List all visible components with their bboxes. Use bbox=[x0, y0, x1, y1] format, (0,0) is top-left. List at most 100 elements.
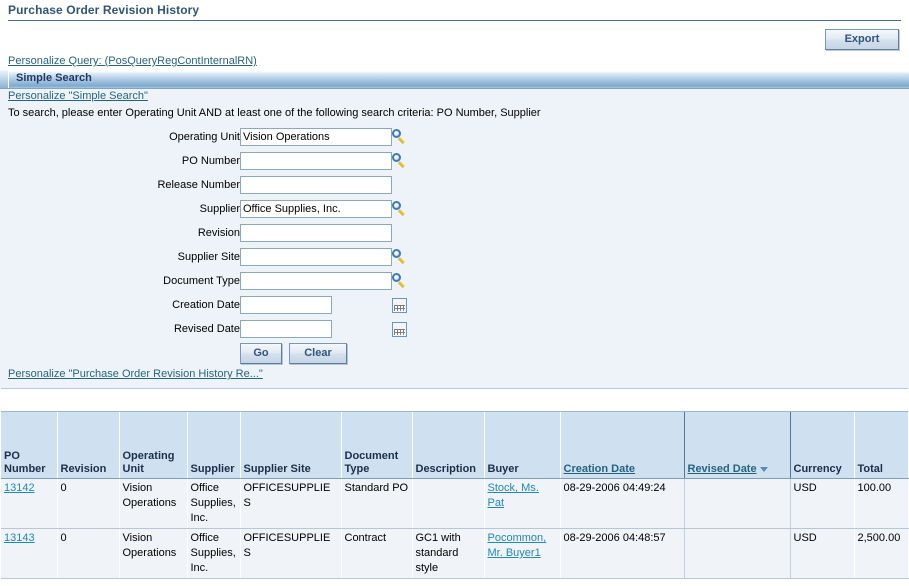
personalize-results-row: Personalize "Purchase Order Revision His… bbox=[0, 365, 909, 382]
cell-total: 2,500.00 bbox=[854, 528, 909, 579]
search-icon[interactable] bbox=[392, 153, 408, 169]
cell-description bbox=[412, 478, 485, 529]
search-field-cell bbox=[240, 125, 392, 149]
search-field-label: Release Number bbox=[157, 179, 240, 191]
cell-buyer[interactable]: Stock, Ms. Pat bbox=[484, 478, 561, 529]
buyer-link[interactable]: Stock, Ms. Pat bbox=[488, 482, 539, 509]
release-number-input[interactable] bbox=[240, 176, 392, 194]
spacer bbox=[0, 341, 240, 365]
simple-search-title: Simple Search bbox=[16, 72, 92, 84]
cell-supplier: Office Supplies, Inc. bbox=[187, 478, 241, 529]
search-field-icon-cell bbox=[392, 221, 426, 245]
cell-supplier-site: OFFICESUPPLIES bbox=[240, 528, 342, 579]
personalize-query-row: Personalize Query: (PosQueryRegContInter… bbox=[0, 55, 909, 71]
search-field-label: Supplier bbox=[199, 203, 240, 215]
sort-link[interactable]: Revised Date bbox=[688, 463, 757, 475]
column-header-total: Total bbox=[854, 412, 909, 479]
column-header-creation-date[interactable]: Creation Date bbox=[559, 412, 685, 479]
calendar-icon[interactable] bbox=[392, 321, 407, 337]
po-number-link[interactable]: 13142 bbox=[4, 482, 35, 494]
search-field-label: Creation Date bbox=[172, 299, 240, 311]
cell-supplier: Office Supplies, Inc. bbox=[187, 528, 241, 579]
sort-link[interactable]: Creation Date bbox=[564, 463, 636, 475]
column-header-buyer: Buyer bbox=[484, 412, 561, 479]
simple-search-region-header: Simple Search bbox=[0, 71, 909, 89]
results-toolbar-gap bbox=[1, 388, 908, 412]
supplier-input[interactable] bbox=[240, 200, 392, 218]
search-field-cell bbox=[240, 197, 392, 221]
search-field-cell bbox=[240, 173, 392, 197]
revision-input[interactable] bbox=[240, 224, 392, 242]
personalize-query-link[interactable]: Personalize Query: (PosQueryRegContInter… bbox=[8, 55, 257, 67]
cell-revised-date bbox=[684, 528, 791, 579]
personalize-results-link[interactable]: Personalize "Purchase Order Revision His… bbox=[8, 368, 263, 380]
cell-revision: 0 bbox=[57, 528, 120, 579]
table-row: 13143 0 Vision Operations Office Supplies, … bbox=[1, 528, 909, 579]
calendar-icon[interactable] bbox=[392, 297, 407, 313]
search-field-label: Operating Unit bbox=[169, 131, 240, 143]
revised-date-input[interactable] bbox=[240, 320, 332, 338]
search-actions-cell: Go Clear bbox=[240, 341, 426, 365]
cell-supplier-site: OFFICESUPPLIES bbox=[240, 478, 342, 529]
search-field-cell bbox=[240, 293, 392, 317]
column-header-revised-date[interactable]: Revised Date bbox=[683, 412, 791, 479]
operating-unit-input[interactable] bbox=[240, 128, 392, 146]
results-table-wrapper: PO Number Revision Operating Unit Supplier S… bbox=[0, 412, 909, 579]
search-field-icon-cell bbox=[392, 173, 426, 197]
search-criteria-table: Operating Unit PO Number Release Number Sup… bbox=[0, 125, 426, 365]
search-field-cell bbox=[240, 245, 392, 269]
search-field-label: PO Number bbox=[181, 155, 240, 167]
search-field-icon-cell bbox=[392, 149, 426, 173]
cell-operating-unit: Vision Operations bbox=[119, 478, 188, 529]
search-field-label: Supplier Site bbox=[177, 251, 240, 263]
search-field-cell bbox=[240, 221, 392, 245]
export-button[interactable]: Export bbox=[825, 29, 899, 50]
search-icon[interactable] bbox=[392, 129, 408, 145]
page-title: Purchase Order Revision History bbox=[8, 3, 200, 17]
po-number-link[interactable]: 13143 bbox=[4, 532, 35, 544]
table-row: 13142 0 Vision Operations Office Supplies, … bbox=[1, 478, 909, 529]
search-instructions: To search, please enter Operating Unit A… bbox=[8, 107, 541, 119]
search-field-label: Revision bbox=[197, 227, 240, 239]
cell-currency: USD bbox=[790, 528, 855, 579]
personalize-simple-search-link[interactable]: Personalize "Simple Search" bbox=[8, 90, 148, 102]
toolbar: Export bbox=[0, 21, 909, 55]
region-header-accent bbox=[0, 71, 9, 88]
cell-po-number[interactable]: 13142 bbox=[1, 478, 58, 529]
creation-date-input[interactable] bbox=[240, 296, 332, 314]
results-table: PO Number Revision Operating Unit Supplier S… bbox=[1, 412, 909, 579]
po-number-input[interactable] bbox=[240, 152, 392, 170]
search-icon[interactable] bbox=[392, 273, 408, 289]
search-field-cell bbox=[240, 149, 392, 173]
search-field-icon-cell bbox=[392, 317, 426, 341]
buyer-link[interactable]: Pocommon, Mr. Buyer1 bbox=[488, 532, 547, 559]
clear-button[interactable]: Clear bbox=[289, 342, 347, 364]
document-type-input[interactable] bbox=[240, 272, 392, 290]
search-field-row: Creation Date bbox=[0, 293, 426, 317]
search-field-row: Operating Unit bbox=[0, 125, 426, 149]
search-icon[interactable] bbox=[392, 249, 408, 265]
search-field-row: Revision bbox=[0, 221, 426, 245]
cell-revision: 0 bbox=[57, 478, 120, 529]
page-root: Purchase Order Revision History Export P… bbox=[0, 0, 909, 586]
column-header-po-number: PO Number bbox=[1, 412, 58, 479]
cell-buyer[interactable]: Pocommon, Mr. Buyer1 bbox=[484, 528, 561, 579]
sort-descending-icon bbox=[759, 466, 768, 472]
search-field-cell bbox=[240, 269, 392, 293]
cell-po-number[interactable]: 13143 bbox=[1, 528, 58, 579]
search-field-row: Release Number bbox=[0, 173, 426, 197]
go-button[interactable]: Go bbox=[240, 342, 282, 364]
supplier-site-input[interactable] bbox=[240, 248, 392, 266]
column-header-supplier-site: Supplier Site bbox=[240, 412, 342, 479]
cell-currency: USD bbox=[790, 478, 855, 529]
search-field-row: PO Number bbox=[0, 149, 426, 173]
search-icon[interactable] bbox=[392, 201, 408, 217]
cell-creation-date: 08-29-2006 04:48:57 bbox=[560, 528, 685, 579]
cell-total: 100.00 bbox=[854, 478, 909, 529]
search-actions-row: Go Clear bbox=[0, 341, 426, 365]
cell-document-type: Contract bbox=[341, 528, 413, 579]
column-header-revision: Revision bbox=[57, 412, 120, 479]
column-header-description: Description bbox=[412, 412, 485, 479]
cell-operating-unit: Vision Operations bbox=[119, 528, 188, 579]
column-header-operating-unit: Operating Unit bbox=[119, 412, 188, 479]
